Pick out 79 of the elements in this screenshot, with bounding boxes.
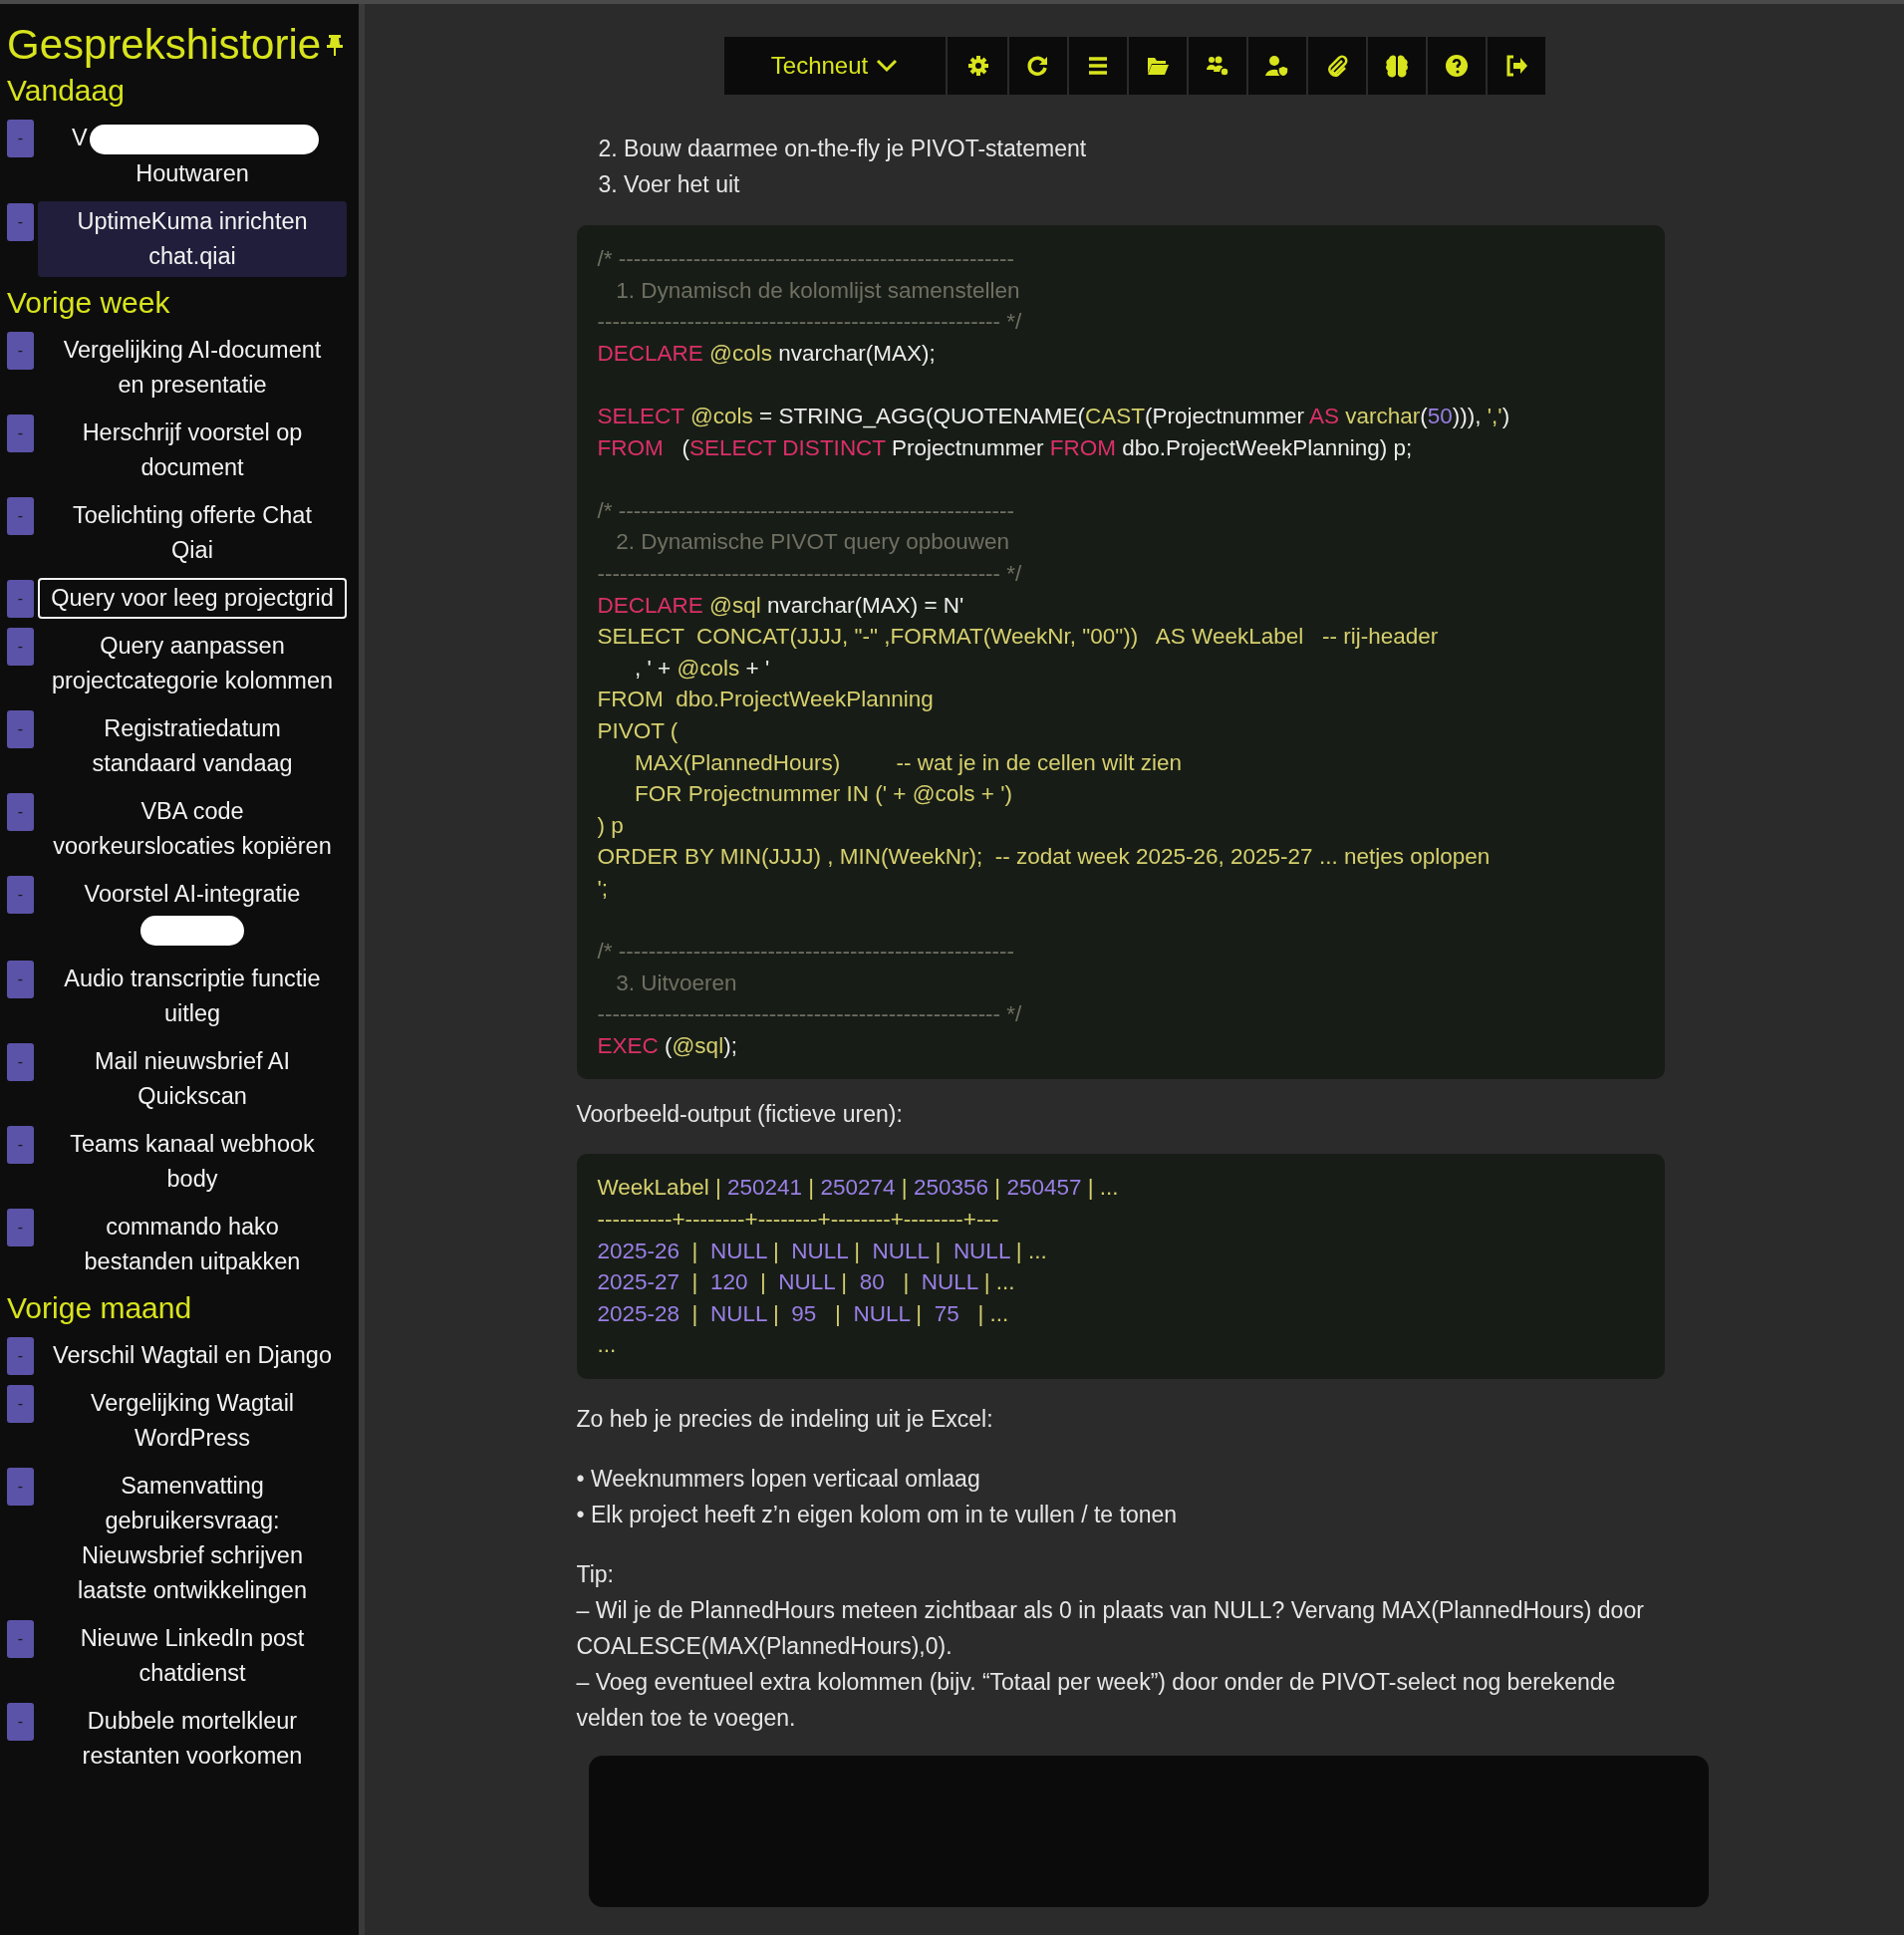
- list-item: • Weeknummers lopen verticaal omlaag: [576, 1465, 981, 1494]
- section-heading: Vandaag: [7, 73, 126, 109]
- help-icon: [1444, 54, 1469, 78]
- conversation-item[interactable]: Verschil Wagtail en Django: [38, 1335, 347, 1376]
- code-line: SELECT @cols = STRING_AGG(QUOTENAME(CAST(Projectnummer AS varchar(50))), ','): [597, 402, 1511, 430]
- code-line: ...: [597, 1331, 618, 1360]
- code-line: FOR Projectnummer IN (' + @cols + '): [634, 780, 1013, 809]
- conversation-item[interactable]: Teams kanaal webhook body: [38, 1124, 347, 1200]
- code-line: EXEC (@sql);: [597, 1031, 738, 1060]
- paragraph: Zo heb je precies de indeling uit je Excel:: [576, 1405, 994, 1434]
- conversation-item[interactable]: Audio transcriptie functie uitleg: [38, 959, 347, 1034]
- section-heading: Vorige maand: [7, 1290, 193, 1326]
- code-line: ----------+--------+--------+--------+--------+---: [597, 1206, 1000, 1235]
- list-item: • Elk project heeft z’n eigen kolom om in te vullen / te tonen: [576, 1501, 1179, 1529]
- code-line: 2025-27 | 120 | NULL | 80 | NULL | ...: [597, 1268, 1016, 1297]
- conversation-item[interactable]: V Houtwaren: [38, 118, 347, 194]
- code-line: ) p: [597, 811, 625, 840]
- conversation-item[interactable]: UptimeKuma inrichten chat.qiai: [38, 201, 347, 277]
- code-line: 3. Uitvoeren: [615, 968, 738, 997]
- code-line: ------------------------------------------------------ */: [597, 559, 1023, 588]
- code-line: PIVOT (: [597, 716, 680, 745]
- conversation-item[interactable]: commando hako bestanden uitpakken: [38, 1207, 347, 1282]
- conversation-item[interactable]: Query aanpassen projectcategorie kolommen: [38, 626, 347, 701]
- conversation-item[interactable]: Query voor leeg projectgrid: [38, 578, 347, 619]
- paragraph: Voorbeeld-output (fictieve uren):: [576, 1100, 904, 1130]
- code-line: 2025-26 | NULL | NULL | NULL | NULL | ...: [597, 1237, 1048, 1265]
- conversation-item[interactable]: Nieuwe LinkedIn post chatdienst: [38, 1618, 347, 1694]
- code-line: FROM (SELECT DISTINCT Projectnummer FROM dbo.ProjectWeekPlanning) p;: [597, 433, 1414, 462]
- refresh-icon: [1025, 54, 1050, 78]
- chevron-down-icon: [876, 59, 899, 73]
- toolbar-button[interactable]: [1307, 37, 1366, 95]
- toolbar-button[interactable]: [1427, 37, 1486, 95]
- code-line: DECLARE @sql nvarchar(MAX) = N': [597, 591, 965, 620]
- conversation-item[interactable]: Voorstel AI-integratie: [38, 874, 347, 952]
- list-item: 3. Voer het uit: [598, 170, 741, 199]
- settings-icon: [965, 54, 990, 78]
- code-line: , ' + @cols + ': [634, 654, 771, 683]
- toolbar-button[interactable]: [1247, 37, 1306, 95]
- code-line: ------------------------------------------------------ */: [597, 1000, 1023, 1029]
- paragraph: Tip:: [576, 1560, 615, 1589]
- code-line: 2. Dynamische PIVOT query opbouwen: [615, 528, 1011, 557]
- toolbar-button[interactable]: [1188, 37, 1246, 95]
- conversation-item[interactable]: Vergelijking Wagtail WordPress: [38, 1383, 347, 1459]
- code-line: MAX(PlannedHours) -- wat je in de cellen wilt zien: [634, 748, 1183, 777]
- paragraph: – Wil je de PlannedHours meteen zichtbaar als 0 in plaats van NULL? Vervang MAX(PlannedHours) door COALESCE(MAX(PlannedHours),0).: [576, 1596, 1645, 1661]
- conversation-item[interactable]: Toelichting offerte Chat Qiai: [38, 495, 347, 571]
- toolbar-button[interactable]: [1068, 37, 1127, 95]
- code-line: WeekLabel | 250241 | 250274 | 250356 | 250457 | ...: [597, 1174, 1120, 1203]
- code-line: /* -----------------------------------------------------: [597, 496, 1015, 525]
- conversation-item[interactable]: VBA code voorkeurslocaties kopiëren: [38, 791, 347, 867]
- toolbar-button[interactable]: [1367, 37, 1426, 95]
- conversation-item[interactable]: Vergelijking AI-document en presentatie: [38, 330, 347, 406]
- conversation-item[interactable]: Registratiedatum standaard vandaag: [38, 708, 347, 784]
- conversation-item[interactable]: Mail nieuwsbrief AI Quickscan: [38, 1041, 347, 1117]
- conversation-item[interactable]: Samenvatting gebruikersvraag: Nieuwsbrief schrijven laatste ontwikkelingen: [38, 1466, 347, 1611]
- code-line: SELECT CONCAT(JJJJ, "-" ,FORMAT(WeekNr, "00")) AS WeekLabel -- rij-header: [597, 623, 1440, 652]
- conversation-item[interactable]: Herschrijf voorstel op document: [38, 413, 347, 488]
- code-line: DECLARE @cols nvarchar(MAX);: [597, 339, 937, 368]
- code-line: ';: [597, 874, 610, 903]
- code-line: 1. Dynamisch de kolomlijst samenstellen: [615, 276, 1021, 305]
- code-line: /* -----------------------------------------------------: [597, 245, 1015, 273]
- code-line: FROM dbo.ProjectWeekPlanning: [597, 686, 935, 714]
- toolbar-button[interactable]: [1008, 37, 1067, 95]
- pin-icon[interactable]: [325, 33, 346, 57]
- sidebar-title: Gesprekshistorie: [7, 20, 322, 70]
- paragraph: – Voeg eventueel extra kolommen (bijv. “Totaal per week”) door onder de PIVOT-select nog berekende velden toe te voegen.: [576, 1668, 1617, 1733]
- code-line: 2025-28 | NULL | 95 | NULL | 75 | ...: [597, 1299, 1010, 1328]
- section-heading: Vorige week: [7, 285, 171, 321]
- code-line: /* -----------------------------------------------------: [597, 938, 1015, 967]
- toolbar-button[interactable]: [1487, 37, 1545, 95]
- code-line: ORDER BY MIN(JJJJ) , MIN(WeekNr); -- zodat week 2025-26, 2025-27 ... netjes oplopen: [597, 843, 1492, 872]
- code-line: ------------------------------------------------------ */: [597, 308, 1023, 337]
- toolbar-button[interactable]: [949, 37, 1007, 95]
- toolbar-button[interactable]: [1128, 37, 1187, 95]
- conversation-item[interactable]: Dubbele mortelkleur restanten voorkomen: [38, 1701, 347, 1777]
- user-shield-icon: [1264, 54, 1289, 78]
- message-input[interactable]: [588, 1756, 1709, 1907]
- brain-icon: [1384, 54, 1409, 78]
- list-item: 2. Bouw daarmee on-the-fly je PIVOT-statement: [598, 135, 1088, 163]
